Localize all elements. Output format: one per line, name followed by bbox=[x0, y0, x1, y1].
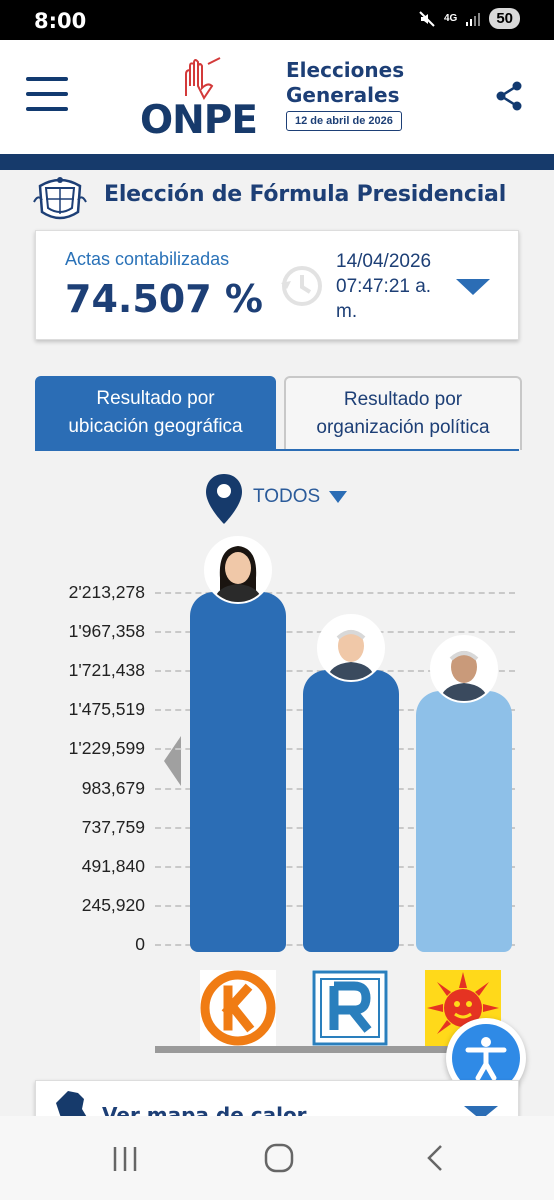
renovacion-popular-r-logo-icon bbox=[312, 970, 388, 1046]
y-tick-label: 1'721,438 bbox=[68, 660, 145, 681]
logo-text: ONPE bbox=[140, 98, 258, 143]
update-datetime: 14/04/2026 07:47:21 a. m. bbox=[336, 249, 456, 324]
header-stripe bbox=[0, 154, 554, 170]
results-bar-chart: 2'213,278 1'967,358 1'721,438 1'475,519 1'22… bbox=[0, 536, 554, 970]
status-icons: 4G 50 bbox=[418, 8, 520, 29]
party-logo-r[interactable] bbox=[312, 970, 388, 1046]
candidate-avatar-3 bbox=[430, 635, 498, 704]
y-tick-label: 245,920 bbox=[81, 894, 145, 915]
app-header: ONPE Elecciones Generales 12 de abril de… bbox=[0, 40, 554, 154]
location-pin-icon[interactable] bbox=[204, 472, 244, 526]
location-filter-label[interactable]: TODOS bbox=[253, 486, 320, 508]
y-tick-label: 0 bbox=[135, 934, 145, 954]
chart-bar-candidate-3[interactable] bbox=[416, 691, 512, 952]
tab-geo-label-line1: Resultado por bbox=[96, 388, 215, 409]
screen: 8:00 4G 50 ONPE Elecciones Generales 12 … bbox=[0, 0, 554, 1200]
status-time: 8:00 bbox=[34, 9, 87, 33]
tab-org-label-line1: Resultado por bbox=[343, 389, 463, 410]
status-bar: 8:00 4G 50 bbox=[0, 0, 554, 40]
y-tick-label: 1'967,358 bbox=[68, 621, 145, 642]
home-icon[interactable] bbox=[263, 1142, 295, 1174]
chart-bar-candidate-1[interactable] bbox=[190, 592, 286, 952]
recent-apps-icon[interactable] bbox=[110, 1144, 140, 1174]
tab-underline bbox=[35, 449, 519, 451]
horizontal-scrollbar[interactable] bbox=[155, 1046, 455, 1053]
actas-percentage: 74.507 % bbox=[65, 277, 263, 321]
mute-icon bbox=[419, 10, 435, 27]
actas-label: Actas contabilizadas bbox=[65, 249, 230, 269]
tab-organizacion-politica[interactable]: Resultado por organización política bbox=[284, 376, 522, 450]
y-tick-label: 737,759 bbox=[81, 816, 145, 837]
coat-of-arms-icon bbox=[33, 177, 87, 220]
tab-ubicacion-geografica[interactable]: Resultado por ubicación geográfica bbox=[35, 376, 276, 450]
back-icon[interactable] bbox=[423, 1143, 447, 1173]
caret-down-icon[interactable] bbox=[456, 279, 490, 295]
clock-history-icon bbox=[281, 266, 322, 306]
location-caret-icon[interactable] bbox=[329, 491, 347, 503]
tab-geo-label-line2: ubicación geográfica bbox=[68, 416, 243, 437]
y-tick-label: 491,840 bbox=[81, 855, 145, 876]
menu-icon[interactable] bbox=[26, 77, 68, 113]
candidate-avatar-1 bbox=[204, 536, 272, 604]
update-date: 14/04/2026 bbox=[336, 251, 432, 272]
system-navbar bbox=[0, 1116, 554, 1200]
candidate-avatar-2 bbox=[317, 614, 385, 683]
ballot-hand-icon bbox=[185, 57, 221, 100]
onpe-logo[interactable]: ONPE bbox=[138, 54, 273, 143]
header-title-line2: Generales bbox=[286, 83, 400, 107]
tab-org-label-line2: organización política bbox=[316, 417, 490, 438]
y-tick-label: 2'213,278 bbox=[68, 582, 145, 602]
y-tick-label: 1'229,599 bbox=[68, 738, 145, 759]
actas-card: Actas contabilizadas 74.507 % 14/04/2026… bbox=[35, 230, 519, 340]
y-tick-label: 983,679 bbox=[81, 777, 145, 798]
network-type: 4G bbox=[443, 12, 458, 24]
header-title-line1: Elecciones bbox=[286, 58, 405, 82]
header-title: Elecciones Generales bbox=[286, 58, 404, 108]
y-tick-label: 1'475,519 bbox=[68, 699, 145, 720]
share-icon[interactable] bbox=[494, 80, 524, 112]
chart-prev-arrow[interactable] bbox=[164, 736, 181, 786]
fuerza-popular-k-logo-icon bbox=[200, 970, 276, 1046]
update-time: 07:47:21 a. m. bbox=[336, 276, 432, 322]
election-date-badge: 12 de abril de 2026 bbox=[286, 111, 402, 131]
page-title: Elección de Fórmula Presidencial bbox=[104, 182, 507, 207]
signal-icon bbox=[466, 12, 481, 26]
battery-level: 50 bbox=[489, 8, 520, 29]
party-logo-k[interactable] bbox=[200, 970, 276, 1046]
chart-bar-candidate-2[interactable] bbox=[303, 670, 399, 952]
